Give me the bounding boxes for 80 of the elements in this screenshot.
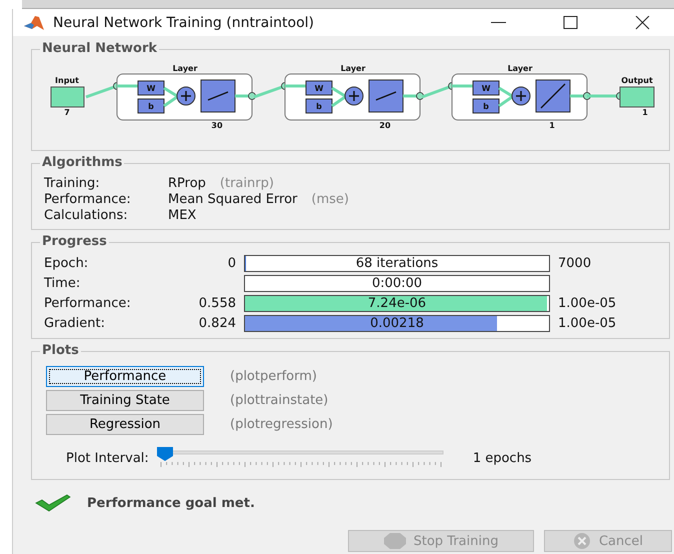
slider-thumb[interactable]: [156, 447, 173, 461]
bias-label: b: [148, 102, 154, 111]
plot-function: (plotperform): [230, 369, 317, 384]
weight-box: [138, 80, 164, 96]
maximize-icon: [562, 16, 578, 30]
panel-title: Progress: [40, 234, 109, 249]
progress-label: Epoch:: [44, 256, 90, 271]
algorithm-value: RProp: [168, 176, 206, 191]
weight-label: W: [314, 84, 324, 93]
weight-box: [306, 80, 332, 96]
sum-icon: [176, 86, 196, 106]
layer-label: Layer: [172, 64, 198, 73]
connector-line: [163, 86, 178, 98]
start-value: 0.558: [198, 296, 236, 311]
algorithm-label: Performance:: [44, 192, 132, 207]
transfer-function-icon: [536, 80, 570, 112]
algorithm-value: Mean Squared Error: [168, 192, 298, 207]
algorithm-code: (mse): [311, 192, 349, 207]
minimize-icon: [490, 22, 506, 23]
close-icon: [634, 16, 650, 30]
app-logo-icon: [23, 14, 45, 32]
start-value: 0: [226, 256, 236, 271]
bias-label: b: [316, 102, 322, 111]
output-label: Output: [621, 76, 653, 85]
interval-value: 1 epochs: [472, 450, 532, 466]
weight-label: W: [482, 84, 490, 93]
algorithm-value: MEX: [168, 208, 196, 223]
connector-line: [331, 96, 346, 108]
connector-line: [498, 96, 513, 108]
algorithm-code: (trainrp): [220, 176, 274, 191]
sum-icon: [512, 86, 530, 106]
interval-label: Plot Interval:: [66, 450, 149, 466]
bias-label: b: [483, 102, 489, 111]
algorithm-label: Training:: [44, 176, 101, 191]
progress-reading: 68 iterations: [354, 256, 440, 271]
layer-size: 20: [379, 121, 391, 130]
stop-icon: [384, 533, 406, 549]
progress-reading: 0.00218: [369, 316, 425, 331]
transfer-function-icon: [368, 80, 404, 112]
cancel-icon: [572, 532, 591, 550]
checkmark-icon: [35, 494, 71, 512]
window-title: Neural Network Training (nntraintool): [53, 14, 315, 30]
connector-node: [416, 92, 424, 100]
weight-box: [472, 80, 500, 96]
sum-icon: [344, 86, 364, 106]
connector-line: [163, 96, 178, 108]
output-size: 1: [642, 108, 648, 117]
start-value: 0.824: [198, 316, 236, 331]
plot-button[interactable]: Regression: [46, 414, 204, 435]
bias-box: [306, 98, 332, 114]
layer-label: Layer: [508, 64, 532, 73]
status-message: Performance goal met.: [87, 496, 255, 510]
target-value: 7000: [558, 256, 592, 271]
input-label: Input: [55, 76, 79, 85]
connector-node: [248, 92, 256, 100]
output-box: [620, 86, 654, 108]
bias-box: [138, 98, 164, 114]
layer-size: 1: [549, 121, 555, 130]
plot-function: (plottrainstate): [230, 393, 328, 408]
weight-label: W: [146, 84, 156, 93]
progress-label: Gradient:: [44, 316, 106, 331]
plot-button[interactable]: Training State: [46, 390, 204, 411]
panel-title: Algorithms: [40, 155, 124, 170]
connector-line: [498, 86, 513, 98]
target-value: 1.00e-05: [558, 316, 618, 331]
input-size: 7: [64, 108, 70, 117]
progress-reading: 7.24e-06: [366, 296, 428, 311]
progress-reading: 0:00:00: [370, 276, 424, 291]
plot-button[interactable]: Performance: [46, 366, 204, 387]
transfer-function-icon: [200, 80, 236, 112]
layer-size: 30: [211, 121, 223, 130]
bias-box: [472, 98, 500, 114]
input-box: [50, 86, 84, 108]
layer-label: Layer: [340, 64, 366, 73]
target-value: 1.00e-05: [558, 296, 618, 311]
progress-label: Performance:: [44, 296, 132, 311]
progress-label: Time:: [44, 276, 82, 291]
plot-function: (plotregression): [230, 417, 333, 432]
algorithm-label: Calculations:: [44, 208, 129, 223]
connector-line: [331, 86, 346, 98]
